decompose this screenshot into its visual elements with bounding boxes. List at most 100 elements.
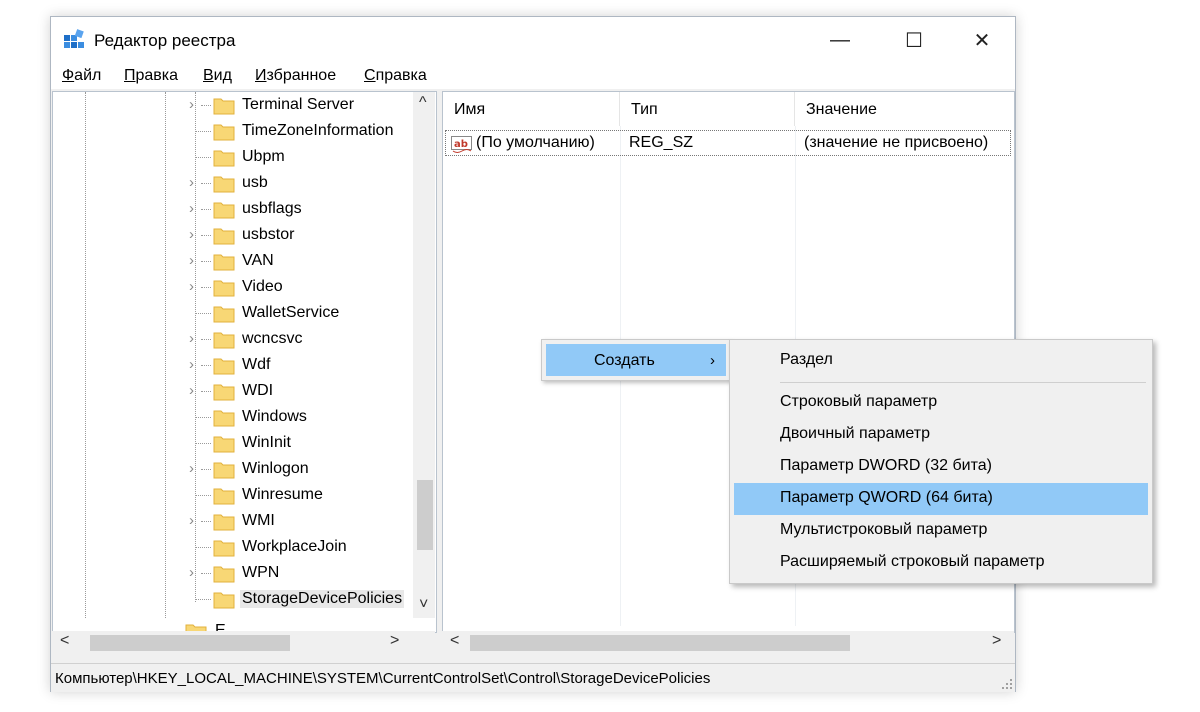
tree-guide-line — [201, 339, 211, 340]
list-horizontal-scrollbar[interactable]: < > — [442, 631, 1014, 655]
submenu-item-multistring-value[interactable]: Мультистроковый параметр — [730, 515, 1152, 547]
tree-guide-line — [201, 521, 211, 522]
tree-item[interactable]: › usb — [53, 170, 413, 196]
folder-icon — [213, 488, 235, 505]
menu-help[interactable]: Справка — [364, 67, 427, 85]
expand-chevron-icon[interactable]: › — [189, 96, 194, 113]
tree-item[interactable]: › wcncsvc — [53, 326, 413, 352]
submenu-item-binary-value[interactable]: Двоичный параметр — [730, 419, 1152, 451]
folder-icon — [213, 98, 235, 115]
folder-icon — [213, 436, 235, 453]
status-bar: Компьютер\HKEY_LOCAL_MACHINE\SYSTEM\Curr… — [51, 663, 1015, 692]
submenu-item-string-value[interactable]: Строковый параметр — [730, 387, 1152, 419]
tree-item-label: Video — [242, 278, 283, 295]
column-header-name[interactable]: Имя — [443, 92, 620, 126]
expand-chevron-icon[interactable]: › — [189, 330, 194, 347]
tree-item[interactable]: TimeZoneInformation — [53, 118, 413, 144]
expand-chevron-icon[interactable]: › — [189, 252, 194, 269]
tree-horizontal-scrollbar[interactable]: < > — [52, 631, 435, 655]
expand-chevron-icon[interactable]: › — [189, 174, 194, 191]
tree-item-label: wcncsvc — [242, 330, 303, 347]
create-submenu: Раздел Строковый параметр Двоичный парам… — [729, 339, 1153, 584]
tree-item[interactable]: WinInit — [53, 430, 413, 456]
folder-icon — [213, 462, 235, 479]
expand-chevron-icon[interactable]: › — [189, 200, 194, 217]
tree-item[interactable]: WalletService — [53, 300, 413, 326]
create-label: Создать — [594, 352, 655, 369]
folder-icon — [213, 384, 235, 401]
tree-guide-line — [195, 131, 211, 132]
registry-tree[interactable]: › Terminal Server TimeZoneInformation Ubpm ›… — [52, 91, 437, 633]
tree-item-label: WMI — [242, 512, 275, 529]
scroll-thumb[interactable] — [417, 480, 433, 550]
scroll-thumb[interactable] — [90, 635, 290, 651]
folder-icon — [213, 280, 235, 297]
tree-item[interactable]: › WDI — [53, 378, 413, 404]
menu-view[interactable]: Вид — [203, 67, 232, 85]
string-value-icon: ab — [451, 136, 472, 153]
tree-guide-line — [201, 287, 211, 288]
scroll-right-arrow[interactable]: > — [992, 632, 1001, 650]
resize-grip-icon[interactable] — [1001, 678, 1013, 690]
expand-chevron-icon[interactable]: › — [189, 226, 194, 243]
expand-chevron-icon[interactable]: › — [189, 460, 194, 477]
tree-item[interactable]: › usbflags — [53, 196, 413, 222]
folder-icon — [213, 540, 235, 557]
tree-item-label: Terminal Server — [242, 96, 355, 113]
expand-chevron-icon[interactable]: › — [189, 512, 194, 529]
expand-chevron-icon[interactable]: › — [189, 564, 194, 581]
submenu-item-key[interactable]: Раздел — [730, 345, 1152, 377]
submenu-item-dword-value[interactable]: Параметр DWORD (32 бита) — [730, 451, 1152, 483]
tree-item[interactable]: Ubpm — [53, 144, 413, 170]
scroll-left-arrow[interactable]: < — [60, 632, 69, 650]
value-type: REG_SZ — [629, 134, 694, 151]
folder-icon — [213, 332, 235, 349]
maximize-button[interactable]: ☐ — [885, 17, 943, 63]
tree-item[interactable]: Winresume — [53, 482, 413, 508]
tree-item[interactable]: › Wdf — [53, 352, 413, 378]
string-value-icon-text: ab — [454, 139, 468, 150]
tree-item-label: StorageDevicePolicies — [240, 590, 405, 608]
scroll-right-arrow[interactable]: > — [390, 632, 399, 650]
tree-item[interactable]: Windows — [53, 404, 413, 430]
tree-guide-line — [195, 443, 211, 444]
tree-item[interactable]: › Terminal Server — [53, 92, 413, 118]
tree-item[interactable]: › usbstor — [53, 222, 413, 248]
tree-item[interactable]: › VAN — [53, 248, 413, 274]
submenu-item-qword-value[interactable]: Параметр QWORD (64 бита) — [734, 483, 1148, 515]
expand-chevron-icon[interactable]: › — [189, 278, 194, 295]
title-bar[interactable]: Редактор реестра — ☐ ✕ — [51, 17, 1015, 63]
folder-icon — [213, 124, 235, 141]
tree-guide-line — [201, 261, 211, 262]
tree-item[interactable]: › WMI — [53, 508, 413, 534]
tree-guide-line — [201, 209, 211, 210]
submenu-item-expandable-string-value[interactable]: Расширяемый строковый параметр — [730, 547, 1152, 579]
tree-guide-line — [201, 365, 211, 366]
column-header-value[interactable]: Значение — [795, 92, 1014, 126]
menu-favorites[interactable]: Избранное — [255, 67, 336, 85]
tree-item[interactable]: › WPN — [53, 560, 413, 586]
expand-chevron-icon[interactable]: › — [189, 356, 194, 373]
tree-item[interactable]: StorageDevicePolicies — [53, 586, 413, 612]
tree-item[interactable]: WorkplaceJoin — [53, 534, 413, 560]
tree-item-label: Ubpm — [242, 148, 285, 165]
folder-icon — [213, 566, 235, 583]
tree-item[interactable]: › Video — [53, 274, 413, 300]
minimize-button[interactable]: — — [811, 17, 869, 63]
close-button[interactable]: ✕ — [953, 17, 1011, 63]
folder-icon — [213, 592, 235, 609]
tree-item[interactable]: › Winlogon — [53, 456, 413, 482]
menu-edit[interactable]: Правка — [124, 67, 178, 85]
tree-item-label: VAN — [242, 252, 274, 269]
tree-vertical-scrollbar[interactable]: ^ ˅ — [413, 92, 435, 618]
scroll-down-arrow[interactable]: ˅ — [419, 596, 428, 614]
scroll-up-arrow[interactable]: ^ — [419, 94, 427, 112]
scroll-thumb[interactable] — [470, 635, 850, 651]
column-header-type[interactable]: Тип — [620, 92, 795, 126]
expand-chevron-icon[interactable]: › — [189, 382, 194, 399]
folder-icon — [213, 514, 235, 531]
menu-bar: Файл Правка Вид Избранное Справка — [51, 63, 1015, 89]
menu-file[interactable]: Файл — [62, 67, 101, 85]
scroll-left-arrow[interactable]: < — [450, 632, 459, 650]
folder-icon — [213, 150, 235, 167]
